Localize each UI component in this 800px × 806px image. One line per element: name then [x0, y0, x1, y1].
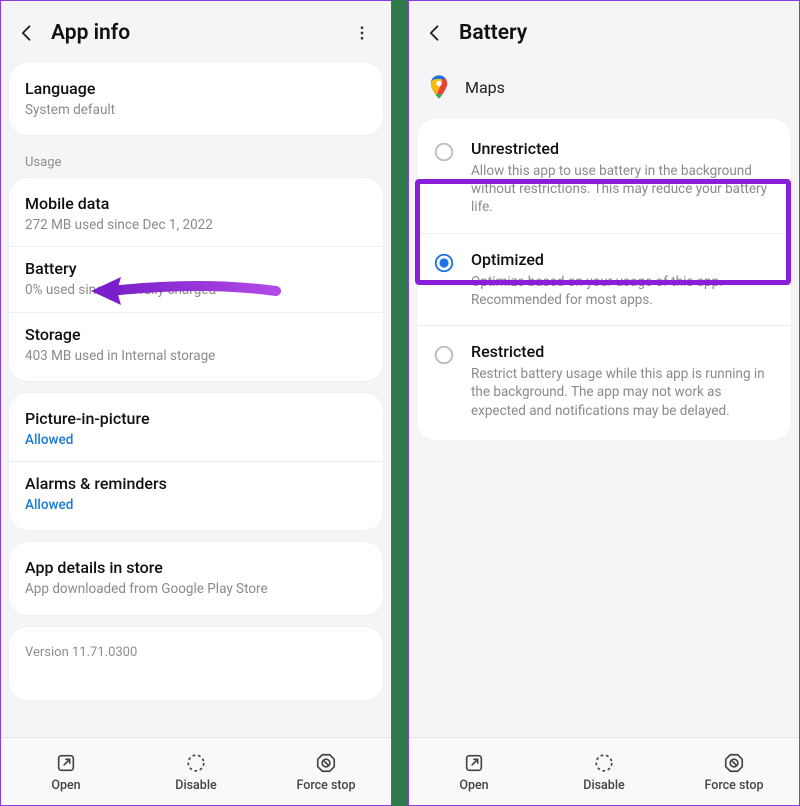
row-storage[interactable]: Storage 403 MB used in Internal storage [9, 312, 383, 377]
open-button[interactable]: Open [410, 752, 539, 793]
row-label: Storage [25, 325, 367, 344]
back-button[interactable] [15, 19, 45, 47]
maps-icon [425, 73, 453, 101]
force-stop-button[interactable]: Force stop [670, 752, 799, 793]
more-vert-icon [353, 24, 371, 42]
content: Unrestricted Allow this app to use batte… [409, 119, 799, 737]
disable-button[interactable]: Disable [540, 752, 669, 793]
section-header-usage: Usage [9, 147, 383, 178]
open-icon [463, 752, 485, 774]
row-label: Picture-in-picture [25, 409, 367, 428]
row-mobile-data[interactable]: Mobile data 272 MB used since Dec 1, 202… [9, 182, 383, 246]
row-sub: 272 MB used since Dec 1, 2022 [25, 216, 367, 234]
radio-button[interactable] [433, 344, 455, 366]
radio-button[interactable] [433, 252, 455, 274]
appbar: App info [1, 1, 391, 63]
page-title: Battery [459, 21, 527, 45]
back-icon [425, 23, 445, 43]
content: Language System default Usage Mobile dat… [1, 63, 391, 737]
open-label: Open [51, 778, 80, 793]
screen-app-info: App info Language System default Usage M… [0, 0, 392, 806]
row-label: App details in store [25, 558, 367, 577]
force-stop-button[interactable]: Force stop [262, 752, 391, 793]
row-label: Language [25, 79, 367, 98]
radio-restricted[interactable]: Restricted Restrict battery usage while … [417, 325, 791, 436]
row-store-details[interactable]: App details in store App downloaded from… [9, 546, 383, 610]
row-sub: 0% used since last fully charged [25, 281, 367, 299]
disable-label: Disable [175, 778, 216, 793]
open-label: Open [459, 778, 488, 793]
disable-label: Disable [583, 778, 624, 793]
screen-battery: Battery Maps Unrestricted Allow this app… [408, 0, 800, 806]
force-stop-label: Force stop [704, 778, 763, 793]
app-name: Maps [465, 78, 505, 97]
row-sub: System default [25, 101, 367, 119]
page-title: App info [51, 21, 130, 45]
row-battery[interactable]: Battery 0% used since last fully charged [9, 246, 383, 311]
row-sub: Allowed [25, 496, 367, 514]
force-stop-icon [315, 752, 337, 774]
bottom-bar: Open Disable Force stop [1, 737, 391, 805]
radio-sub: Restrict battery usage while this app is… [471, 365, 775, 420]
disable-button[interactable]: Disable [132, 752, 261, 793]
radio-unchecked-icon [433, 141, 455, 163]
row-label: Battery [25, 259, 367, 278]
version-text: Version 11.71.0300 [9, 631, 383, 660]
radio-sub: Optimize based on your usage of this app… [471, 273, 775, 309]
app-identity: Maps [409, 63, 799, 119]
back-button[interactable] [423, 19, 453, 47]
radio-label: Restricted [471, 342, 775, 361]
more-button[interactable] [347, 20, 377, 46]
bottom-bar: Open Disable Force stop [409, 737, 799, 805]
open-button[interactable]: Open [2, 752, 131, 793]
radio-label: Optimized [471, 250, 775, 269]
radio-checked-icon [433, 252, 455, 274]
radio-unchecked-icon [433, 344, 455, 366]
row-pip[interactable]: Picture-in-picture Allowed [9, 397, 383, 461]
radio-label: Unrestricted [471, 139, 775, 158]
row-sub: 403 MB used in Internal storage [25, 347, 367, 365]
open-icon [55, 752, 77, 774]
radio-button[interactable] [433, 141, 455, 163]
radio-sub: Allow this app to use battery in the bac… [471, 162, 775, 217]
force-stop-label: Force stop [296, 778, 355, 793]
row-alarms[interactable]: Alarms & reminders Allowed [9, 461, 383, 526]
disable-icon [593, 752, 615, 774]
radio-unrestricted[interactable]: Unrestricted Allow this app to use batte… [417, 123, 791, 233]
appbar: Battery [409, 1, 799, 63]
disable-icon [185, 752, 207, 774]
row-label: Alarms & reminders [25, 474, 367, 493]
force-stop-icon [723, 752, 745, 774]
back-icon [17, 23, 37, 43]
row-sub: App downloaded from Google Play Store [25, 580, 367, 598]
row-language[interactable]: Language System default [9, 67, 383, 131]
radio-optimized[interactable]: Optimized Optimize based on your usage o… [417, 233, 791, 325]
row-label: Mobile data [25, 194, 367, 213]
row-sub: Allowed [25, 431, 367, 449]
